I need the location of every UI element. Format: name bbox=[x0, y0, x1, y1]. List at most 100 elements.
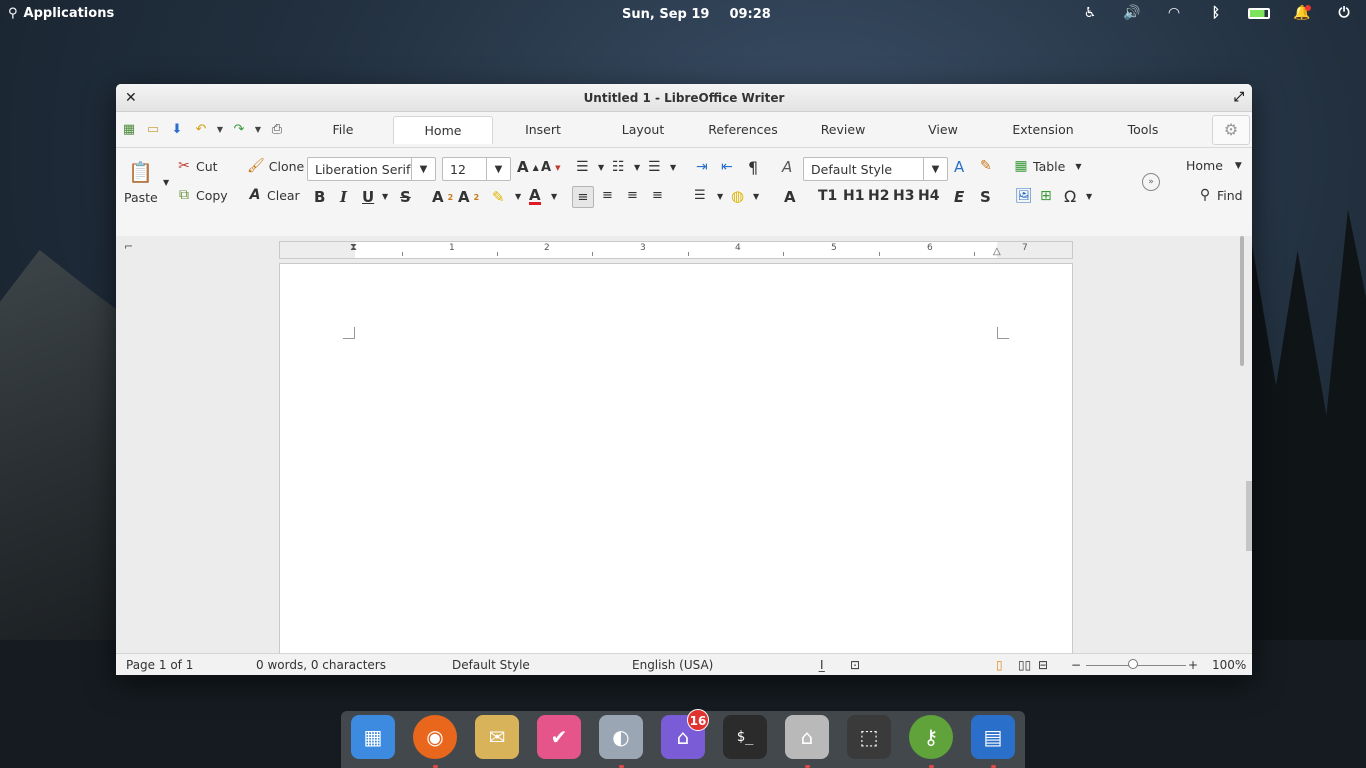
tasks-icon[interactable]: ✔ bbox=[537, 715, 581, 759]
special-character-dropdown-icon[interactable]: ▼ bbox=[1086, 192, 1092, 201]
special-character-icon[interactable]: Ω bbox=[1064, 187, 1076, 206]
insert-field-icon[interactable]: ⊞ bbox=[1040, 188, 1052, 204]
word-count[interactable]: 0 words, 0 characters bbox=[256, 658, 386, 672]
highlight-icon[interactable]: ✎ bbox=[492, 188, 505, 206]
datetime-indicator[interactable]: Sun, Sep 19 09:28 bbox=[622, 7, 771, 22]
maximize-icon[interactable]: ⤢ bbox=[1234, 84, 1244, 112]
grow-font-icon[interactable]: A ▲ bbox=[517, 158, 539, 176]
tab-tools[interactable]: Tools bbox=[1093, 116, 1193, 144]
table-button[interactable]: ▦ Table ▼ bbox=[1013, 158, 1081, 174]
clone-button[interactable]: 🖌 Clone bbox=[247, 158, 304, 174]
outline-list-icon[interactable]: ☰ bbox=[648, 159, 661, 175]
heading1-style-button[interactable]: H1 bbox=[843, 188, 864, 204]
bluetooth-icon[interactable]: ᛒ bbox=[1206, 5, 1226, 21]
table-dropdown-icon[interactable]: ▼ bbox=[1075, 162, 1081, 171]
heading3-style-button[interactable]: H3 bbox=[893, 188, 914, 204]
multitasking-view-icon[interactable]: ▦ bbox=[351, 715, 395, 759]
background-color-icon[interactable]: ◍ bbox=[731, 187, 744, 205]
redo-icon[interactable]: ↷ bbox=[230, 120, 248, 138]
paste-dropdown-icon[interactable]: ▼ bbox=[163, 178, 169, 187]
tab-layout[interactable]: Layout bbox=[593, 116, 693, 144]
gear-icon[interactable]: ⚙ bbox=[1212, 115, 1250, 145]
chevron-down-icon[interactable]: ▼ bbox=[1235, 161, 1242, 171]
underline-button[interactable]: U bbox=[362, 188, 374, 206]
tab-references[interactable]: References bbox=[693, 116, 793, 144]
paste-button[interactable]: 📋 Paste bbox=[124, 160, 158, 205]
align-center-icon[interactable]: ≡ bbox=[602, 188, 613, 203]
zoom-in-icon[interactable]: + bbox=[1188, 658, 1198, 672]
copy-button[interactable]: ⧉ Copy bbox=[176, 187, 228, 203]
background-color-dropdown-icon[interactable]: ▼ bbox=[753, 192, 759, 201]
document-area[interactable]: ⌐ 1 2 3 4 5 6 7 ⧗ △ bbox=[116, 236, 1252, 653]
numbered-list-icon[interactable]: ☷ bbox=[612, 159, 625, 175]
left-indent-handle[interactable]: ⧗ bbox=[350, 242, 357, 253]
home-dropdown[interactable]: Home ▼ bbox=[1186, 158, 1242, 173]
formatting-marks-icon[interactable]: ¶ bbox=[748, 158, 758, 177]
line-spacing-icon[interactable]: ☰ bbox=[694, 188, 706, 203]
single-page-view-icon[interactable]: ▯ bbox=[996, 658, 1003, 672]
document-page[interactable] bbox=[279, 263, 1073, 653]
edit-style-icon[interactable]: ✎ bbox=[980, 158, 992, 174]
volume-icon[interactable]: 🔊 bbox=[1122, 5, 1142, 21]
accessibility-icon[interactable]: ♿ bbox=[1080, 5, 1100, 21]
line-spacing-dropdown-icon[interactable]: ▼ bbox=[717, 192, 723, 201]
numbered-list-dropdown-icon[interactable]: ▼ bbox=[634, 163, 640, 172]
terminal-icon[interactable]: $_ bbox=[723, 715, 767, 759]
heading4-style-button[interactable]: H4 bbox=[918, 188, 939, 204]
tab-view[interactable]: View bbox=[893, 116, 993, 144]
applications-menu[interactable]: ⚲ Applications bbox=[8, 6, 114, 21]
shrink-font-icon[interactable]: A ▼ bbox=[541, 160, 560, 175]
zoom-level[interactable]: 100% bbox=[1212, 658, 1246, 672]
window-titlebar[interactable]: ✕ Untitled 1 - LibreOffice Writer ⤢ bbox=[116, 84, 1252, 112]
justify-icon[interactable]: ≡ bbox=[652, 188, 663, 203]
subscript-icon[interactable]: A2 bbox=[432, 188, 453, 206]
right-indent-handle[interactable]: △ bbox=[993, 246, 1001, 257]
bold-button[interactable]: B bbox=[314, 188, 325, 206]
bullet-list-icon[interactable]: ☰ bbox=[576, 159, 589, 175]
screenshot-icon[interactable]: ⬚ bbox=[847, 715, 891, 759]
align-right-icon[interactable]: ≡ bbox=[627, 188, 638, 203]
tab-review[interactable]: Review bbox=[793, 116, 893, 144]
highlight-dropdown-icon[interactable]: ▼ bbox=[515, 192, 521, 201]
find-button[interactable]: ⚲ Find bbox=[1197, 187, 1243, 203]
horizontal-ruler[interactable]: 1 2 3 4 5 6 7 ⧗ △ bbox=[279, 241, 1073, 259]
sidebar-toggle-handle[interactable] bbox=[1246, 481, 1252, 551]
chevron-down-icon[interactable]: ▼ bbox=[411, 158, 435, 180]
mail-icon[interactable]: ✉ bbox=[475, 715, 519, 759]
font-size-combobox[interactable]: 12 ▼ bbox=[442, 157, 511, 181]
open-folder-icon[interactable]: ▭ bbox=[144, 120, 162, 138]
heading2-style-button[interactable]: H2 bbox=[868, 188, 889, 204]
default-character-icon[interactable]: A bbox=[784, 188, 796, 206]
tab-file[interactable]: File bbox=[293, 116, 393, 144]
firefox-icon[interactable]: ◉ bbox=[413, 715, 457, 759]
emphasis-style-icon[interactable]: E bbox=[954, 188, 964, 206]
tab-stop-selector-icon[interactable]: ⌐ bbox=[124, 240, 133, 253]
new-document-icon[interactable]: ▦ bbox=[120, 120, 138, 138]
superscript-icon[interactable]: A2 bbox=[458, 188, 479, 206]
save-icon[interactable]: ⬇ bbox=[168, 120, 186, 138]
decrease-indent-icon[interactable]: ⇤ bbox=[721, 159, 733, 175]
font-color-icon[interactable]: A bbox=[529, 188, 541, 205]
italic-button[interactable]: I bbox=[340, 188, 347, 206]
language-indicator[interactable]: English (USA) bbox=[632, 658, 713, 672]
increase-indent-icon[interactable]: ⇥ bbox=[696, 159, 708, 175]
strikethrough-button[interactable]: S bbox=[400, 188, 411, 206]
files-icon[interactable]: ⌂ bbox=[785, 715, 829, 759]
battery-icon[interactable] bbox=[1248, 7, 1270, 19]
title-style-button[interactable]: T1 bbox=[818, 188, 837, 204]
new-style-icon[interactable]: A bbox=[954, 158, 964, 176]
chevron-down-icon[interactable]: ▼ bbox=[486, 158, 510, 180]
outline-list-dropdown-icon[interactable]: ▼ bbox=[670, 163, 676, 172]
multi-page-view-icon[interactable]: ▯▯ bbox=[1018, 658, 1031, 672]
underline-dropdown-icon[interactable]: ▼ bbox=[382, 192, 388, 201]
chevron-down-icon[interactable]: ▼ bbox=[923, 158, 947, 180]
redo-dropdown-icon[interactable]: ▼ bbox=[254, 120, 262, 138]
zoom-slider-handle[interactable] bbox=[1128, 659, 1138, 669]
power-icon[interactable]: ⏻ bbox=[1334, 5, 1354, 21]
align-left-button[interactable]: ≡ bbox=[572, 186, 594, 208]
zoom-out-icon[interactable]: − bbox=[1071, 658, 1081, 672]
tab-extension[interactable]: Extension bbox=[993, 116, 1093, 144]
book-view-icon[interactable]: ⊟ bbox=[1038, 658, 1048, 672]
font-color-dropdown-icon[interactable]: ▼ bbox=[551, 192, 557, 201]
strong-style-icon[interactable]: S bbox=[980, 188, 991, 206]
